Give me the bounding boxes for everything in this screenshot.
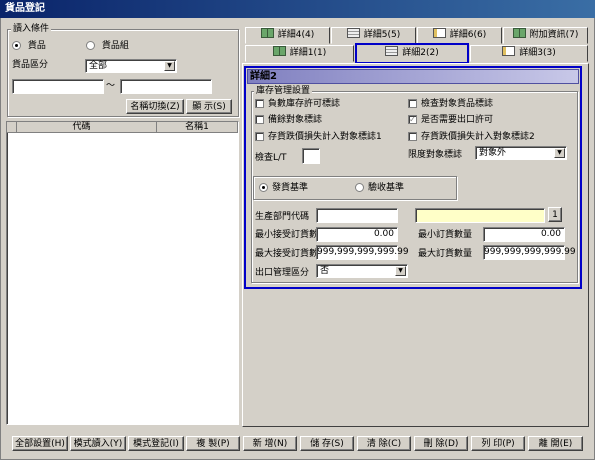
dept-code-input[interactable] [316,208,398,223]
min-order-label: 最小訂貨數量 [418,230,473,240]
tab-extra-info-label: 附加資訊(7) [529,30,579,40]
toggle-name-button[interactable]: 名稱切換(Z) [126,99,184,114]
list-header-code[interactable]: 代碼 [7,122,157,133]
item-list[interactable]: 代碼 名稱1 [6,121,239,425]
stock-settings-title: 庫存管理設置 [254,85,313,97]
radio-item-dot[interactable] [12,41,21,50]
max-order-input[interactable]: 999,999,999,999.99 [483,245,576,260]
radio-shipment-basis[interactable]: 發貨基準 [259,182,308,194]
book-icon [272,46,286,56]
print-button[interactable]: 列 印(P) [471,436,525,451]
radio-group-label: 貨品組 [101,41,129,51]
save-button[interactable]: 儲 存(S) [300,436,354,451]
radio-group[interactable]: 貨品組 [86,40,129,52]
tab-detail1-label: 詳細1(1) [289,48,327,58]
detail-title: 詳細2 [250,71,277,82]
tab-detail3[interactable]: 詳細3(3) [470,45,588,62]
dept-lookup-button[interactable]: 1 [548,207,562,222]
inspection-lt-input[interactable] [302,148,320,164]
radio-receipt-basis[interactable]: 驗收基準 [355,182,404,194]
max-order-label: 最大訂貨數量 [418,249,473,259]
dept-label: 生產部門代碼 [255,212,310,222]
radio-group-dot[interactable] [86,41,95,50]
category-label: 貨品區分 [12,60,49,70]
tab-detail4[interactable]: 詳細4(4) [245,27,330,44]
check-inspection-item[interactable]: 檢查對象貨品標誌 [408,98,493,110]
chevron-down-icon[interactable]: ▼ [164,61,175,71]
tab-detail5-label: 詳細5(5) [363,30,401,40]
category-select[interactable]: 全部 ▼ [85,59,177,73]
export-mgmt-select[interactable]: 否 ▼ [316,264,408,278]
chevron-down-icon[interactable]: ▼ [554,148,565,158]
check-inspection-item-label: 檢查對象貨品標誌 [421,99,494,109]
check-stock-loss1[interactable]: 存貨跌價損失計入對象標誌1 [255,131,382,143]
limit-select[interactable]: 對象外 ▼ [475,146,567,160]
checkbox[interactable] [408,99,417,108]
filter-group-title: 讀入條件 [11,23,52,35]
clear-button[interactable]: 清 除(C) [357,436,411,451]
tab-detail4-label: 詳細4(4) [277,30,315,40]
list-header-spacer [7,122,17,133]
new-button[interactable]: 新 增(N) [243,436,297,451]
book-icon [260,28,274,38]
tab-extra-info[interactable]: 附加資訊(7) [503,27,588,44]
documents-icon [385,46,399,56]
radio-item-label: 貨品 [27,41,46,51]
checkbox-checked[interactable]: ✓ [408,115,417,124]
radio-shipment-label: 發貨基準 [272,183,309,193]
check-reserve-target-label: 備餘對象標誌 [268,115,323,125]
list-header-name[interactable]: 名稱1 [157,122,238,133]
tab-detail3-label: 詳細3(3) [519,48,556,58]
min-accept-input[interactable]: 0.00 [316,227,398,242]
tab-detail6-label: 詳細6(6) [449,30,487,40]
range-to-input[interactable] [120,79,212,94]
check-stock-loss2[interactable]: 存貨跌價損失計入對象標誌2 [408,131,535,143]
check-stock-loss1-label: 存貨跌價損失計入對象標誌1 [268,132,382,142]
tab-detail5[interactable]: 詳細5(5) [331,27,416,44]
tab-detail1[interactable]: 詳細1(1) [245,45,354,62]
checkbox[interactable] [255,115,264,124]
memo-icon [432,28,446,38]
inspection-lt-label: 檢查L/T [255,153,287,163]
radio-receipt-dot[interactable] [355,183,364,192]
documents-icon [346,28,360,38]
copy-button[interactable]: 複 製(P) [186,436,240,451]
category-select-value: 全部 [89,61,108,71]
delete-button[interactable]: 刪 除(D) [414,436,468,451]
tab-detail2[interactable]: 詳細2(2) [355,43,469,64]
max-accept-input[interactable]: 999,999,999,999.99 [316,245,409,260]
load-mode-button[interactable]: 模式讀入(Y) [70,436,126,451]
set-all-button[interactable]: 全部設置(H) [12,436,68,451]
tab-detail6[interactable]: 詳細6(6) [417,27,502,44]
range-separator: ～ [106,81,116,91]
check-export-permit[interactable]: ✓ 是否需要出口許可 [408,114,493,126]
tab-detail2-label: 詳細2(2) [402,48,439,58]
range-from-input[interactable] [12,79,104,94]
radio-receipt-label: 驗收基準 [368,183,405,193]
min-order-input[interactable]: 0.00 [483,227,565,242]
window-title: 貨品登記 [0,0,595,18]
check-export-permit-label: 是否需要出口許可 [421,115,494,125]
export-mgmt-label: 出口管理區分 [255,268,310,278]
limit-select-value: 對象外 [479,148,507,158]
dept-name-display [415,208,545,223]
checkbox[interactable] [255,99,264,108]
register-mode-button[interactable]: 模式登記(I) [128,436,184,451]
exit-button[interactable]: 離 開(E) [528,436,583,451]
limit-label: 限度對象標誌 [408,150,463,160]
checkbox[interactable] [255,132,264,141]
checkbox[interactable] [408,132,417,141]
check-stock-loss2-label: 存貨跌價損失計入對象標誌2 [421,132,535,142]
chevron-down-icon[interactable]: ▼ [395,266,406,276]
book-icon [512,28,526,38]
detail-title-bar: 詳細2 [247,69,579,84]
check-reserve-target[interactable]: 備餘對象標誌 [255,114,322,126]
check-negative-stock-label: 負數庫存許可標誌 [268,99,341,109]
show-button[interactable]: 顯 示(S) [186,99,232,114]
radio-item[interactable]: 貨品 [12,40,46,52]
export-mgmt-select-value: 否 [320,266,330,276]
memo-icon [502,46,516,56]
radio-shipment-dot[interactable] [259,183,268,192]
check-negative-stock[interactable]: 負數庫存許可標誌 [255,98,340,110]
